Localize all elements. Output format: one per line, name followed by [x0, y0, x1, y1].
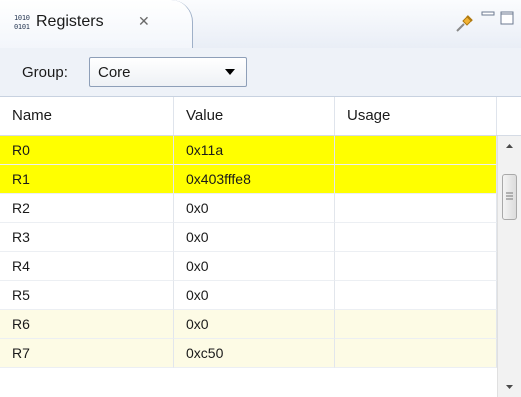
table-row[interactable]: R6 0x0: [0, 310, 497, 339]
table-row[interactable]: R0 0x11a: [0, 136, 497, 165]
chevron-down-icon: [225, 69, 235, 75]
minimize-icon[interactable]: [481, 11, 495, 21]
registers-tab[interactable]: 1010 0101 Registers ✕: [0, 0, 193, 48]
cell-name: R0: [0, 136, 174, 165]
table-header: Name Value Usage: [0, 97, 521, 136]
cell-usage: [335, 339, 497, 368]
table-row[interactable]: R3 0x0: [0, 223, 497, 252]
cell-name: R4: [0, 252, 174, 281]
cell-value: 0x0: [174, 223, 335, 252]
table-row[interactable]: R2 0x0: [0, 194, 497, 223]
cell-value: 0x403fffe8: [174, 165, 335, 194]
group-select[interactable]: Core: [89, 57, 247, 87]
cell-name: R5: [0, 281, 174, 310]
registers-table-body: R0 0x11a R1 0x403fffe8 R2 0x0 R3 0x0 R4 0x0 R5 0x0 R…: [0, 136, 497, 397]
registers-icon: 1010 0101: [14, 14, 30, 31]
cell-usage: [335, 194, 497, 223]
cell-usage: [335, 136, 497, 165]
table-row[interactable]: R1 0x403fffe8: [0, 165, 497, 194]
grip-icon: [506, 192, 513, 200]
cell-value: 0x0: [174, 252, 335, 281]
group-toolbar: Group: Core: [0, 48, 521, 97]
cell-usage: [335, 223, 497, 252]
cell-value: 0x11a: [174, 136, 335, 165]
group-select-value: Core: [98, 64, 131, 81]
scrollbar-thumb[interactable]: [502, 174, 517, 220]
column-header-name[interactable]: Name: [0, 97, 174, 135]
cell-name: R2: [0, 194, 174, 223]
group-label: Group:: [22, 64, 68, 81]
cell-usage: [335, 310, 497, 339]
scroll-down-icon[interactable]: [498, 377, 521, 397]
table-row[interactable]: R5 0x0: [0, 281, 497, 310]
cell-value: 0x0: [174, 310, 335, 339]
close-icon[interactable]: ✕: [138, 13, 150, 30]
cell-name: R7: [0, 339, 174, 368]
cell-usage: [335, 165, 497, 194]
cell-value: 0x0: [174, 281, 335, 310]
table-row[interactable]: R7 0xc50: [0, 339, 497, 368]
cell-name: R1: [0, 165, 174, 194]
cell-name: R3: [0, 223, 174, 252]
cell-usage: [335, 281, 497, 310]
cell-value: 0x0: [174, 194, 335, 223]
tab-title: Registers: [36, 13, 104, 30]
column-header-value[interactable]: Value: [174, 97, 335, 135]
vertical-scrollbar[interactable]: [497, 136, 521, 397]
cell-usage: [335, 252, 497, 281]
column-header-usage[interactable]: Usage: [335, 97, 497, 135]
pin-icon[interactable]: [454, 12, 476, 34]
table-row[interactable]: R4 0x0: [0, 252, 497, 281]
maximize-icon[interactable]: [500, 11, 514, 25]
registers-view: 1010 0101 Registers ✕ Group: Core Name V…: [0, 0, 521, 397]
cell-value: 0xc50: [174, 339, 335, 368]
cell-name: R6: [0, 310, 174, 339]
scroll-up-icon[interactable]: [498, 136, 521, 156]
view-tab-bar: 1010 0101 Registers ✕: [0, 0, 521, 49]
